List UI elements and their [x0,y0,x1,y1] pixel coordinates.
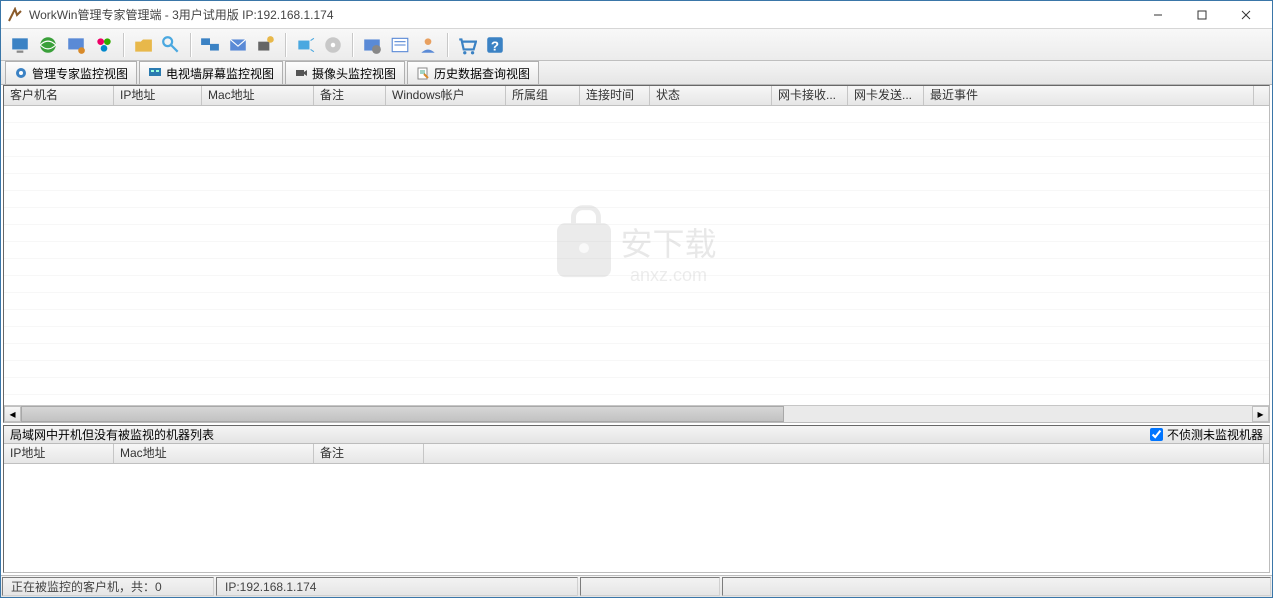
broadcast-button[interactable] [292,32,318,58]
column-header[interactable]: 状态 [650,86,772,105]
cart-icon [457,35,477,55]
column-header[interactable]: 所属组 [506,86,580,105]
monitor-icon [66,35,86,55]
window-titlebar: WorkWin管理专家管理端 - 3用户试用版 IP:192.168.1.174 [1,1,1272,29]
user-button[interactable] [415,32,441,58]
unmonitored-panel-title: 局域网中开机但没有被监视的机器列表 [10,426,1150,443]
status-ip: IP:192.168.1.174 [216,577,578,596]
app-icon [7,7,23,23]
lock-icon [556,223,610,277]
mail-button[interactable] [225,32,251,58]
toolbar-separator [285,33,286,57]
unmonitored-panel: 局域网中开机但没有被监视的机器列表 不侦测未监视机器 IP地址Mac地址备注 [3,425,1270,573]
column-header[interactable]: IP地址 [4,444,114,463]
column-header[interactable]: 网卡发送... [848,86,924,105]
key-button[interactable] [158,32,184,58]
globe-button[interactable] [35,32,61,58]
watermark: 安下载 anxz.com [556,219,716,286]
close-button[interactable] [1224,2,1268,28]
column-header[interactable]: Mac地址 [202,86,314,105]
minimize-button[interactable] [1136,2,1180,28]
camera-icon [256,35,276,55]
column-header[interactable]: 网卡接收... [772,86,848,105]
horizontal-scrollbar[interactable]: ◂ ▸ [4,405,1269,422]
svg-text:?: ? [491,38,499,53]
watermark-subtext: anxz.com [620,265,716,286]
users-icon [94,35,114,55]
tab-label: 历史数据查询视图 [434,65,530,82]
main-toolbar: ? [1,29,1272,61]
unmonitored-grid-body[interactable] [4,464,1269,572]
screens-button[interactable] [197,32,223,58]
broadcast-icon [295,35,315,55]
no-detect-checkbox[interactable]: 不侦测未监视机器 [1150,426,1263,443]
toolbar-separator [190,33,191,57]
column-header[interactable]: 备注 [314,444,424,463]
status-monitored-count: 正在被监控的客户机，共：0 [2,577,214,596]
key-icon [161,35,181,55]
screens-icon [200,35,220,55]
status-bar: 正在被监控的客户机，共：0 IP:192.168.1.174 [1,575,1272,597]
users-button[interactable] [91,32,117,58]
clients-grid-body[interactable]: 安下载 anxz.com [4,106,1269,405]
toolbar-separator [123,33,124,57]
tab-camera-view[interactable]: 摄像头监控视图 [285,61,405,84]
column-header[interactable]: Mac地址 [114,444,314,463]
toolbar-separator [447,33,448,57]
toolbar-separator [352,33,353,57]
list-icon [390,35,410,55]
tab-label: 摄像头监控视图 [312,65,396,82]
tab-tvwall-view[interactable]: 电视墙屏幕监控视图 [139,61,283,84]
settings-button[interactable] [359,32,385,58]
folder-open-icon [133,35,153,55]
help-button[interactable]: ? [482,32,508,58]
status-cell-3 [580,577,720,596]
column-header[interactable]: Windows帐户 [386,86,506,105]
scroll-right-button[interactable]: ▸ [1252,406,1269,422]
cart-button[interactable] [454,32,480,58]
folder-open-button[interactable] [130,32,156,58]
maximize-button[interactable] [1180,2,1224,28]
scroll-track[interactable] [21,406,1252,422]
no-detect-checkbox-input[interactable] [1150,428,1163,441]
user-icon [418,35,438,55]
column-header[interactable]: 客户机名 [4,86,114,105]
disc-button[interactable] [320,32,346,58]
column-header[interactable]: 连接时间 [580,86,650,105]
view-tabs: 管理专家监控视图 电视墙屏幕监控视图 摄像头监控视图 历史数据查询视图 [1,61,1272,85]
monitor-button[interactable] [63,32,89,58]
no-detect-checkbox-label: 不侦测未监视机器 [1167,426,1263,443]
status-cell-4 [722,577,1271,596]
column-header[interactable]: 最近事件 [924,86,1254,105]
tab-label: 管理专家监控视图 [32,65,128,82]
disc-icon [323,35,343,55]
tab-history-view[interactable]: 历史数据查询视图 [407,61,539,84]
watermark-text: 安下载 [620,219,716,265]
scroll-thumb[interactable] [21,406,784,422]
scroll-left-button[interactable]: ◂ [4,406,21,422]
list-button[interactable] [387,32,413,58]
window-title: WorkWin管理专家管理端 - 3用户试用版 IP:192.168.1.174 [29,6,1136,23]
tab-monitor-view[interactable]: 管理专家监控视图 [5,61,137,84]
settings-icon [362,35,382,55]
tab-label: 电视墙屏幕监控视图 [166,65,274,82]
column-header[interactable]: 备注 [314,86,386,105]
unmonitored-panel-header: 局域网中开机但没有被监视的机器列表 不侦测未监视机器 [4,426,1269,444]
clients-grid: 客户机名IP地址Mac地址备注Windows帐户所属组连接时间状态网卡接收...… [3,85,1270,423]
desktop-icon [10,35,30,55]
column-header[interactable] [424,444,1264,463]
desktop-button[interactable] [7,32,33,58]
clients-grid-header: 客户机名IP地址Mac地址备注Windows帐户所属组连接时间状态网卡接收...… [4,86,1269,106]
help-icon: ? [485,35,505,55]
column-header[interactable]: IP地址 [114,86,202,105]
camera-button[interactable] [253,32,279,58]
globe-icon [38,35,58,55]
unmonitored-grid-header: IP地址Mac地址备注 [4,444,1269,464]
mail-icon [228,35,248,55]
